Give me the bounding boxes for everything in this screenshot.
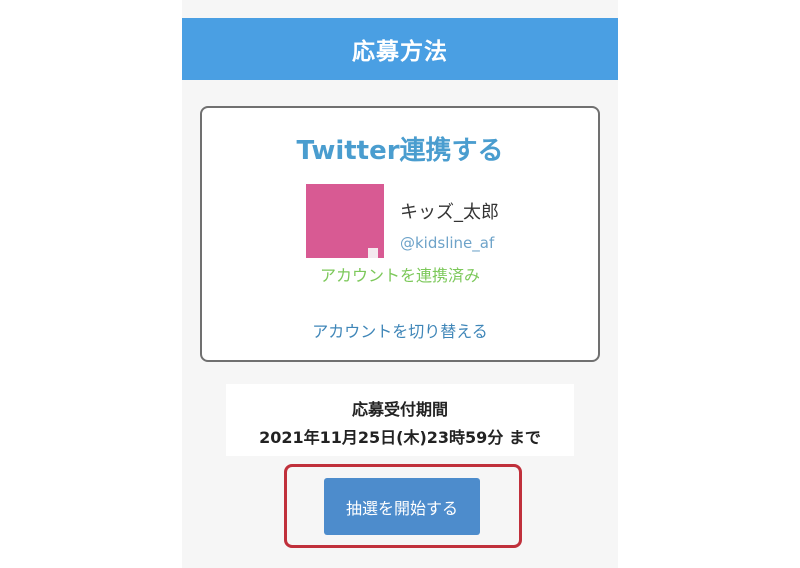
twitter-link-card: Twitter連携する キッズ_太郎 @kidsline_af アカウントを連携… <box>200 106 600 362</box>
linked-status: アカウントを連携済み <box>319 266 480 285</box>
user-name: キッズ_太郎 <box>400 202 499 223</box>
entry-period: 応募受付期間 2021年11月25日(木)23時59分 まで <box>226 384 574 456</box>
avatar <box>306 184 384 258</box>
avatar-corner <box>368 248 378 258</box>
user-handle: @kidsline_af <box>400 234 495 252</box>
twitter-link-title: Twitter連携する <box>296 136 504 166</box>
switch-account-link[interactable]: アカウントを切り替える <box>202 318 598 342</box>
start-lottery-button[interactable]: 抽選を開始する <box>324 478 480 535</box>
section-title: 応募方法 <box>352 39 448 65</box>
entry-period-value: 2021年11月25日(木)23時59分 まで <box>259 428 541 447</box>
page: 応募方法 Twitter連携する キッズ_太郎 @kidsline_af アカウ… <box>0 0 800 568</box>
section-header: 応募方法 <box>182 18 618 80</box>
entry-period-label: 応募受付期間 <box>351 400 448 419</box>
